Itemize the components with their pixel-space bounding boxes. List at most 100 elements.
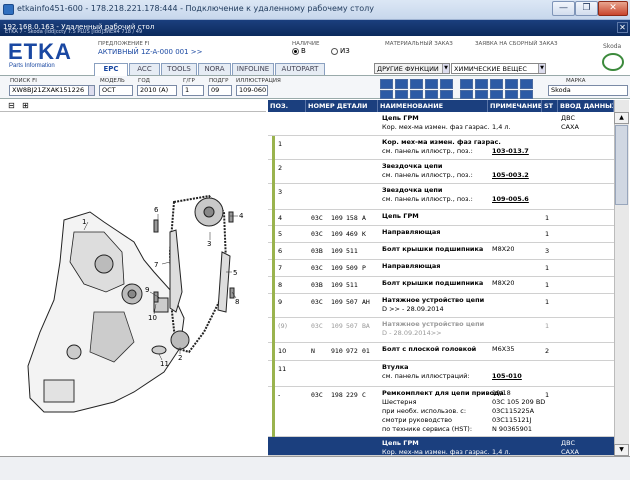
- toolbar-button[interactable]: [395, 90, 408, 99]
- tab-acc[interactable]: ACC: [129, 63, 160, 75]
- availability-radio-iz-label: ИЗ: [340, 47, 350, 55]
- toolbar-button[interactable]: [475, 79, 488, 89]
- table-row[interactable]: 8 03B 109 511 Болт крышки подшипника M8X20 1: [268, 277, 614, 294]
- row-marker: [272, 361, 275, 387]
- col-header-pos[interactable]: ПОЗ.: [268, 100, 306, 112]
- toolbar-button[interactable]: [425, 79, 438, 89]
- cell-name: Натяжное устройство цепи: [382, 320, 485, 328]
- scroll-up-icon[interactable]: ▲: [614, 112, 629, 124]
- rdp-title: etkainfo451-600 - 178.218.221.178:444 - …: [17, 4, 374, 13]
- toolbar-button[interactable]: [520, 90, 533, 99]
- toolbar-button[interactable]: [440, 79, 453, 89]
- toolbar-button[interactable]: [490, 79, 503, 89]
- remote-close-icon[interactable]: ✕: [617, 22, 628, 33]
- toolbar-button[interactable]: [505, 79, 518, 89]
- toolbar-button[interactable]: [520, 79, 533, 89]
- toolbar-button[interactable]: [380, 79, 393, 89]
- table-row[interactable]: - 03C 198 229 C Ремкомплект для цепи привода Ш…: [268, 387, 614, 437]
- cell-part-index: C: [362, 391, 366, 399]
- cell-part-index: K: [362, 230, 366, 238]
- cell-pos: -: [278, 391, 281, 399]
- cell-part-prefix: 03C: [311, 391, 323, 399]
- table-row[interactable]: (9) 03C 109 507 BA Натяжное устройство цепи D …: [268, 318, 614, 343]
- toolbar-button[interactable]: [505, 90, 518, 99]
- zoom-in-icon[interactable]: ⊞: [22, 101, 29, 110]
- scroll-down-icon[interactable]: ▼: [614, 444, 629, 456]
- model-select[interactable]: OCT: [99, 85, 133, 96]
- illustration-select[interactable]: 109-060: [236, 85, 268, 96]
- table-row[interactable]: Цепь ГРМКор. мех-ма измен. фаз газрас.D …: [268, 437, 614, 465]
- toolbar-button[interactable]: [410, 79, 423, 89]
- cell-part-prefix: N: [311, 347, 315, 355]
- cell-name: Направляющая: [382, 262, 441, 270]
- col-header-st[interactable]: ST: [542, 100, 558, 112]
- cell-name: Кор. мех-ма измен. фаз газрас.: [382, 123, 490, 131]
- toolbar-button[interactable]: [440, 90, 453, 99]
- material-order-link[interactable]: МАТЕРИАЛЬНЫЙ ЗАКАЗ: [385, 41, 453, 47]
- chevron-down-icon[interactable]: [88, 85, 95, 96]
- table-row[interactable]: 2 Звездочка цепи см. панель иллюстр., поз…: [268, 160, 614, 184]
- other-functions-dropdown[interactable]: ДРУГИЕ ФУНКЦИИ ▼: [374, 63, 450, 74]
- scroll-thumb[interactable]: [615, 125, 628, 205]
- toolbar-button[interactable]: [460, 90, 473, 99]
- table-row[interactable]: 10 N 910 972 01 Болт с плоской головкой M6X35 2: [268, 343, 614, 361]
- toolbar-button[interactable]: [490, 90, 503, 99]
- callout-2: 2: [178, 354, 182, 362]
- cell-data-entry: ДВС: [561, 439, 576, 447]
- table-row[interactable]: Цепь ГРМ Кор. мех-ма измен. фаз газрас. 1,…: [268, 112, 614, 136]
- col-header-part-number[interactable]: НОМЕР ДЕТАЛИ: [306, 100, 378, 112]
- toolbar-button[interactable]: [395, 79, 408, 89]
- table-row[interactable]: 1 Кор. мех-ма измен. фаз газрас. см. пане…: [268, 136, 614, 160]
- close-button[interactable]: ✕: [598, 1, 628, 16]
- zoom-out-icon[interactable]: ⊟: [8, 101, 15, 110]
- cell-name: Звездочка цепи: [382, 162, 443, 170]
- minimize-button[interactable]: —: [552, 1, 575, 16]
- tab-epc[interactable]: EPC: [94, 63, 128, 76]
- tab-nora[interactable]: NORA: [198, 63, 231, 75]
- cell-part-main: 109: [331, 214, 343, 222]
- col-header-note[interactable]: ПРИМЕЧАНИЕ: [488, 100, 542, 112]
- toolbar-button[interactable]: [475, 90, 488, 99]
- cell-name: Болт крышки подшипника: [382, 279, 484, 287]
- callout-11: 11: [160, 360, 169, 368]
- offer-value[interactable]: АКТИВНЫЙ 1Z-A-000 001 >>: [98, 48, 203, 56]
- col-header-name[interactable]: НАИМЕНОВАНИЕ: [378, 100, 488, 112]
- table-row[interactable]: 9 03C 109 507 AH Натяжное устройство цепи D >>…: [268, 294, 614, 318]
- offer-label: ПРЕДЛОЖЕНИЕ FI: [98, 41, 150, 47]
- year-select[interactable]: 2010 (A): [137, 85, 177, 96]
- tab-autopart[interactable]: AUTOPART: [275, 63, 325, 75]
- toolbar-button[interactable]: [410, 90, 423, 99]
- table-row[interactable]: 3 Звездочка цепи см. панель иллюстр., поз…: [268, 184, 614, 210]
- tab-tools[interactable]: TOOLS: [161, 63, 197, 75]
- maximize-button[interactable]: ❐: [575, 1, 598, 16]
- tab-infoline[interactable]: INFOLINE: [232, 63, 274, 75]
- cell-part-prefix: 03B: [311, 281, 323, 289]
- brand-select[interactable]: Skoda: [548, 85, 628, 96]
- cell-part-main: 910: [331, 347, 343, 355]
- cell-name: смотри руководство: [382, 416, 453, 424]
- cell-pos: 6: [278, 247, 283, 255]
- toolbar-button[interactable]: [425, 90, 438, 99]
- collective-order-link[interactable]: ЗАЯВКА НА СБОРНЫЙ ЗАКАЗ: [475, 41, 558, 47]
- table-row[interactable]: 4 03C 109 158 A Цепь ГРМ 1: [268, 210, 614, 226]
- cell-note-link: 109-005.6: [492, 195, 529, 203]
- cell-part-main: 109: [331, 298, 343, 306]
- cell-name: Кор. мех-ма измен. фаз газрас.: [382, 138, 501, 146]
- table-row[interactable]: 6 03B 109 511 Болт крышки подшипника M8X20 3: [268, 243, 614, 260]
- table-row[interactable]: 5 03C 109 469 K Направляющая 1: [268, 226, 614, 243]
- availability-radio-b[interactable]: [292, 48, 299, 55]
- availability-radio-iz[interactable]: [331, 48, 338, 55]
- cell-part-prefix: 03C: [311, 214, 323, 222]
- cell-part-suffix: 158: [346, 214, 358, 222]
- main-group-select[interactable]: 1: [182, 85, 204, 96]
- vin-field[interactable]: XW8BJ21ZXAK151226: [9, 85, 93, 96]
- chemicals-dropdown[interactable]: ХИМИЧЕСКИЕ ВЕЩЕС ▼: [451, 63, 546, 74]
- col-header-data-entry[interactable]: ВВОД ДАННЫХ П: [558, 100, 614, 112]
- vin-label: ПОИСК FI: [10, 78, 37, 84]
- table-row[interactable]: 11 Втулка см. панель иллюстраций: 105-010: [268, 361, 614, 387]
- table-row[interactable]: 7 03C 109 509 P Направляющая 1: [268, 260, 614, 277]
- toolbar-button[interactable]: [460, 79, 473, 89]
- toolbar-button[interactable]: [380, 90, 393, 99]
- subgroup-select[interactable]: 09: [208, 85, 232, 96]
- cell-st: 1: [545, 230, 550, 238]
